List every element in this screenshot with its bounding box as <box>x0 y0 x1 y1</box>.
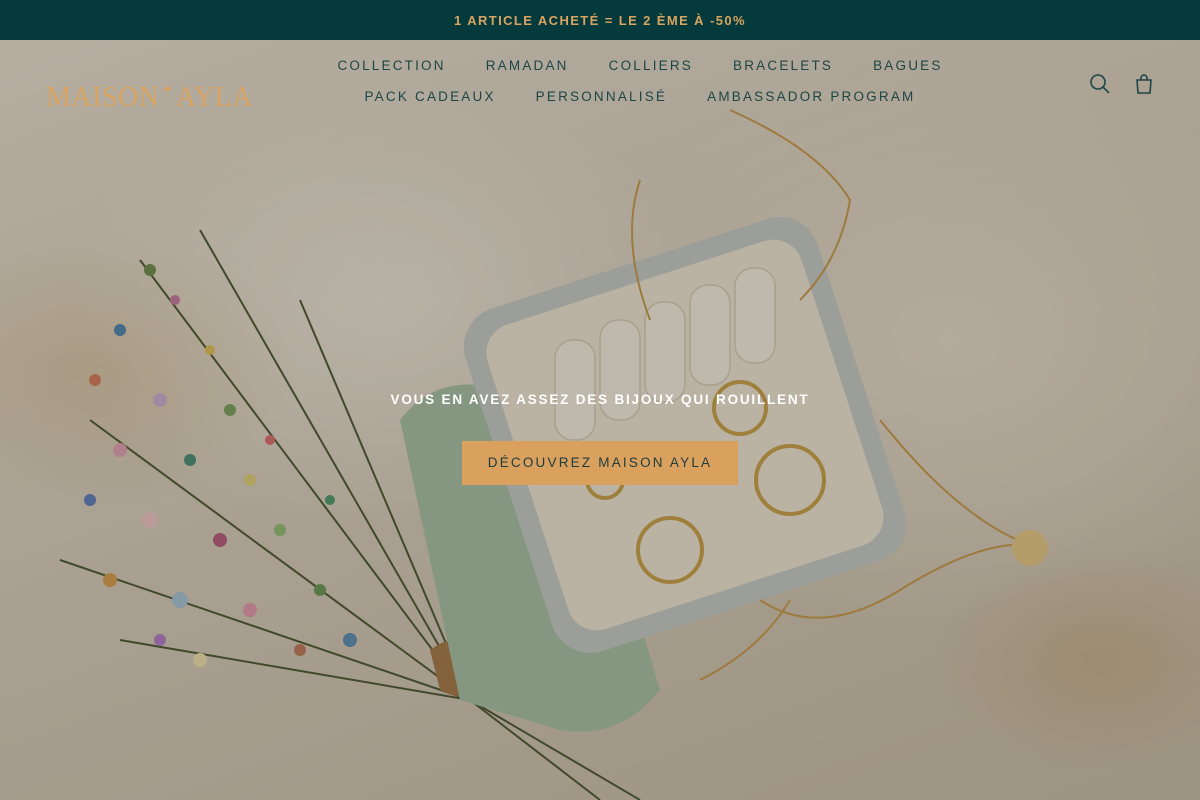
nav-collection[interactable]: COLLECTION <box>337 56 445 75</box>
shopping-bag-icon[interactable] <box>1132 72 1156 96</box>
announcement-bar: 1 ARTICLE ACHETÉ = LE 2 ÈME À -50% <box>0 0 1200 40</box>
nav-ramadan[interactable]: RAMADAN <box>486 56 569 75</box>
announcement-link[interactable]: 1 ARTICLE ACHETÉ = LE 2 ÈME À -50% <box>454 13 746 28</box>
nav-bracelets[interactable]: BRACELETS <box>733 56 833 75</box>
nav-ambassador-program[interactable]: AMBASSADOR PROGRAM <box>707 87 915 106</box>
nav-bagues[interactable]: BAGUES <box>873 56 942 75</box>
main-navigation: COLLECTION RAMADAN COLLIERS BRACELETS BA… <box>250 56 1030 106</box>
brand-logo[interactable]: MAISON ✦AYLA <box>46 66 252 112</box>
hero-content: VOUS EN AVEZ ASSEZ DES BIJOUX QUI ROUILL… <box>0 392 1200 485</box>
discover-button[interactable]: DÉCOUVREZ MAISON AYLA <box>462 441 738 485</box>
header-actions <box>1088 72 1156 96</box>
search-icon[interactable] <box>1088 72 1112 96</box>
nav-colliers[interactable]: COLLIERS <box>609 56 693 75</box>
hero-heading: VOUS EN AVEZ ASSEZ DES BIJOUX QUI ROUILL… <box>390 392 810 407</box>
logo-wordmark: MAISON ✦AYLA <box>46 82 253 113</box>
site-header: MAISON ✦AYLA COLLECTION RAMADAN COLLIERS … <box>0 40 1200 132</box>
nav-personnalise[interactable]: PERSONNALISÉ <box>536 87 667 106</box>
nav-pack-cadeaux[interactable]: PACK CADEAUX <box>364 87 495 106</box>
